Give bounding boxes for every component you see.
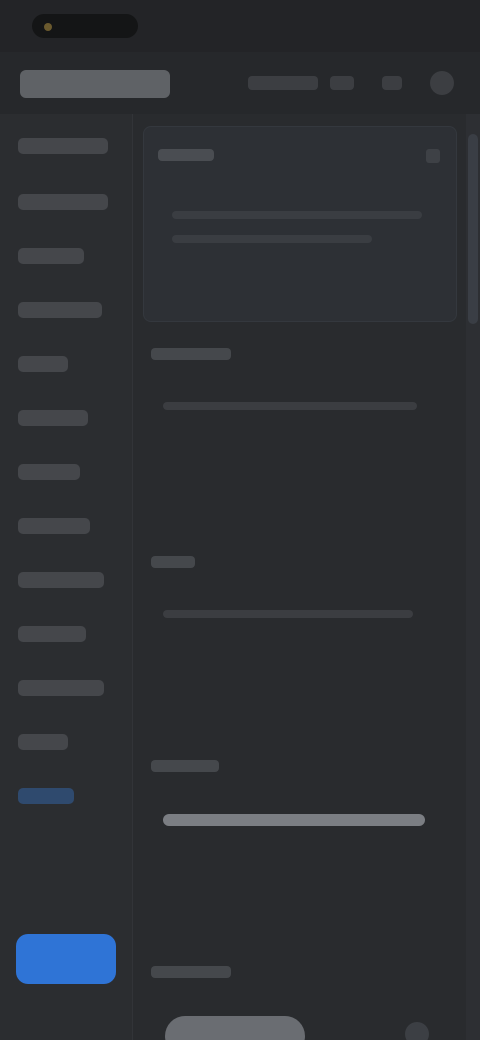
section-label-3 [151, 760, 219, 772]
sidebar-item-11[interactable] [18, 680, 104, 696]
sidebar-item-4[interactable] [18, 302, 102, 318]
sidebar-item-13[interactable] [18, 788, 74, 804]
header-action-search[interactable] [248, 76, 318, 90]
scrollbar[interactable] [466, 114, 480, 1040]
sidebar-item-12[interactable] [18, 734, 68, 750]
sidebar-item-7[interactable] [18, 464, 80, 480]
sidebar-item-8[interactable] [18, 518, 90, 534]
app-title [20, 70, 170, 98]
sidebar-item-6[interactable] [18, 410, 88, 426]
section-pill-4[interactable] [165, 1016, 305, 1040]
sidebar-item-2[interactable] [18, 194, 108, 210]
section-label-4 [151, 966, 231, 978]
sidebar-item-9[interactable] [18, 572, 104, 588]
featured-panel-line-2 [172, 235, 372, 243]
section-line-2[interactable] [163, 610, 413, 618]
status-indicator-icon [44, 23, 52, 31]
section-label-1 [151, 348, 231, 360]
section-toggle-icon[interactable] [405, 1022, 429, 1040]
sidebar-item-3[interactable] [18, 248, 84, 264]
section-line-3[interactable] [163, 814, 425, 826]
sidebar-item-5[interactable] [18, 356, 68, 372]
featured-panel-title [158, 149, 214, 161]
header-action-filter-icon[interactable] [330, 76, 354, 90]
section-label-2 [151, 556, 195, 568]
scrollbar-thumb[interactable] [468, 134, 478, 324]
sidebar-item-1[interactable] [18, 138, 108, 154]
section-line-1[interactable] [163, 402, 417, 410]
app-header [0, 52, 480, 114]
featured-panel[interactable] [143, 126, 457, 322]
primary-action-button[interactable] [16, 934, 116, 984]
featured-panel-line-1 [172, 211, 422, 219]
close-icon[interactable] [426, 149, 440, 163]
avatar[interactable] [430, 71, 454, 95]
status-bar [0, 0, 480, 52]
main-content [133, 114, 480, 1040]
header-action-menu-icon[interactable] [382, 76, 402, 90]
sidebar-item-10[interactable] [18, 626, 86, 642]
app-window [0, 0, 480, 1040]
sidebar [0, 114, 133, 1040]
